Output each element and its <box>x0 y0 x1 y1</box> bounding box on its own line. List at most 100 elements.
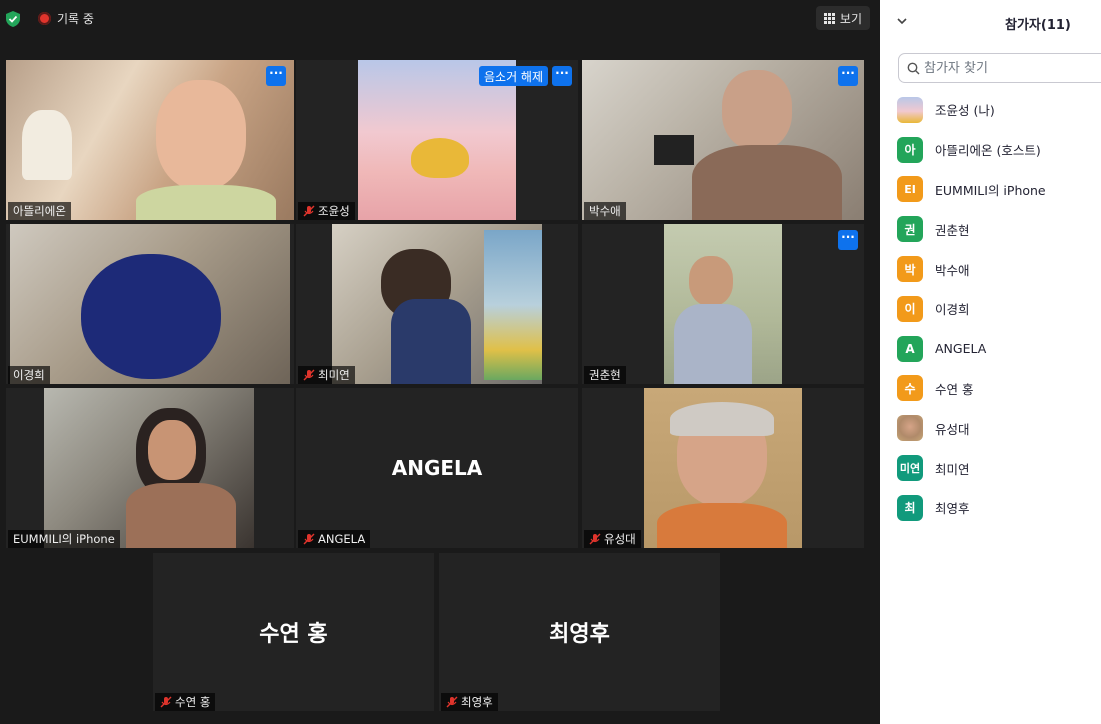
participant-row[interactable]: 수 수연 홍 <box>897 369 1097 409</box>
avatar: EI <box>897 176 923 203</box>
tile-display-name: ANGELA <box>391 456 483 480</box>
tile-display-name: 수연 홍 <box>259 622 328 647</box>
muted-microphone-icon <box>589 533 601 545</box>
participant-row[interactable]: 미연 최미연 <box>897 448 1097 488</box>
video-tile[interactable]: 유성대 <box>582 388 864 548</box>
participant-clothing <box>136 185 276 220</box>
video-tile[interactable]: 최영후 최영후 <box>439 553 720 711</box>
video-tile[interactable]: 수연 홍 수연 홍 <box>153 553 434 711</box>
participant-name: 아뜰리에온 (호스트) <box>935 143 1041 159</box>
participant-search-box[interactable] <box>898 53 1101 83</box>
avatar: 이 <box>897 295 923 322</box>
meeting-area: 기록 중 보기 아뜰리에온 ··· 조윤성 음소거 해제 ··· 박수애 ··· <box>0 0 880 724</box>
participant-row[interactable]: 유성대 <box>897 408 1097 448</box>
participant-row[interactable]: 권 권춘현 <box>897 209 1097 249</box>
participant-row[interactable]: 최 최영후 <box>897 488 1097 528</box>
lamp-shade <box>22 110 72 180</box>
participant-clothing <box>657 503 787 548</box>
participant-clothing <box>391 299 471 384</box>
avatar: 미연 <box>897 455 923 482</box>
tile-more-button[interactable]: ··· <box>838 66 858 86</box>
participant-row[interactable]: A ANGELA <box>897 329 1097 369</box>
participant-search-input[interactable] <box>924 60 1101 76</box>
avatar: 권 <box>897 216 923 243</box>
unmute-button[interactable]: 음소거 해제 <box>478 66 548 86</box>
participant-clothing <box>674 304 752 384</box>
video-tile[interactable]: 권춘현 ··· <box>582 224 864 384</box>
chevron-down-icon[interactable] <box>896 15 908 27</box>
video-tile[interactable]: 최미연 <box>296 224 578 384</box>
meeting-status-bar: 기록 중 <box>6 10 94 27</box>
video-tile[interactable]: 조윤성 음소거 해제 ··· <box>296 60 578 220</box>
participant-name: 최미연 <box>935 461 970 477</box>
recording-label: 기록 중 <box>57 12 94 26</box>
participant-hair <box>670 402 774 436</box>
participant-name: 이경희 <box>935 302 970 318</box>
avatar <box>897 96 923 123</box>
participant-list: 조윤성 (나) 아 아뜰리에온 (호스트) EI EUMMILI의 iPhone… <box>897 90 1097 528</box>
participant-name: 유성대 <box>935 421 970 437</box>
avatar: 최 <box>897 494 923 521</box>
avatar: A <box>897 335 923 362</box>
tile-name-tag: 최미연 <box>298 366 355 384</box>
tile-name-tag: 최영후 <box>441 693 498 711</box>
muted-microphone-icon <box>303 369 315 381</box>
tile-more-button[interactable]: ··· <box>838 230 858 250</box>
participant-row[interactable]: 조윤성 (나) <box>897 90 1097 130</box>
video-tile[interactable]: ANGELA ANGELA <box>296 388 578 548</box>
participants-panel-header: 참가자(11) <box>880 0 1101 44</box>
tile-name-tag: ANGELA <box>298 530 371 548</box>
participant-row[interactable]: 박 박수애 <box>897 249 1097 289</box>
participant-name: 최영후 <box>935 501 970 517</box>
participant-clothing <box>692 145 842 220</box>
participant-name: EUMMILI의 iPhone <box>935 182 1046 198</box>
tile-more-button[interactable]: ··· <box>266 66 286 86</box>
participant-name: 조윤성 (나) <box>935 103 995 119</box>
tile-name-tag: 수연 홍 <box>155 693 216 711</box>
video-tile[interactable]: EUMMILI의 iPhone <box>6 388 294 548</box>
tile-more-button[interactable]: ··· <box>552 66 572 86</box>
view-button[interactable]: 보기 <box>815 6 870 30</box>
grid-view-icon <box>823 12 835 24</box>
moon-illustration <box>411 138 469 178</box>
tile-name-tag: 아뜰리에온 <box>8 202 71 220</box>
recording-indicator[interactable]: 기록 중 <box>38 10 94 27</box>
participant-hair <box>81 254 221 379</box>
tile-display-name: 최영후 <box>549 622 610 647</box>
participants-title: 참가자(11) <box>1005 18 1071 33</box>
participant-row[interactable]: EI EUMMILI의 iPhone <box>897 170 1097 210</box>
participant-clothing <box>126 483 236 548</box>
participant-name: ANGELA <box>935 341 987 357</box>
tile-name-tag: 권춘현 <box>584 366 626 384</box>
tile-name-tag: 유성대 <box>584 530 641 548</box>
muted-microphone-icon <box>303 205 315 217</box>
participant-face <box>689 256 733 306</box>
video-tile[interactable]: 박수애 ··· <box>582 60 864 220</box>
participant-face <box>148 420 196 480</box>
participant-name: 박수애 <box>935 262 970 278</box>
search-icon <box>907 62 920 74</box>
muted-microphone-icon <box>160 696 172 708</box>
participant-name: 권춘현 <box>935 222 970 238</box>
participant-row[interactable]: 이 이경희 <box>897 289 1097 329</box>
monitor-background <box>654 135 694 165</box>
tile-name-tag: 조윤성 <box>298 202 355 220</box>
tile-name-tag: 이경희 <box>8 366 50 384</box>
avatar: 박 <box>897 256 923 283</box>
participant-face <box>722 70 792 150</box>
security-shield-icon[interactable] <box>6 10 20 27</box>
tile-name-tag: 박수애 <box>584 202 626 220</box>
participant-row[interactable]: 아 아뜰리에온 (호스트) <box>897 130 1097 170</box>
bookshelf <box>484 230 542 380</box>
record-dot-icon <box>38 12 51 25</box>
participants-panel: 참가자(11) 조윤성 (나) 아 아뜰리에온 (호스트) EI EUMMILI… <box>880 0 1101 724</box>
video-tile[interactable]: 아뜰리에온 ··· <box>6 60 294 220</box>
view-label: 보기 <box>839 11 862 26</box>
participant-name: 수연 홍 <box>935 381 974 397</box>
video-tile[interactable]: 이경희 <box>6 224 294 384</box>
muted-microphone-icon <box>303 533 315 545</box>
tile-name-tag: EUMMILI의 iPhone <box>8 530 120 548</box>
avatar: 수 <box>897 375 923 402</box>
avatar <box>897 415 923 442</box>
muted-microphone-icon <box>446 696 458 708</box>
